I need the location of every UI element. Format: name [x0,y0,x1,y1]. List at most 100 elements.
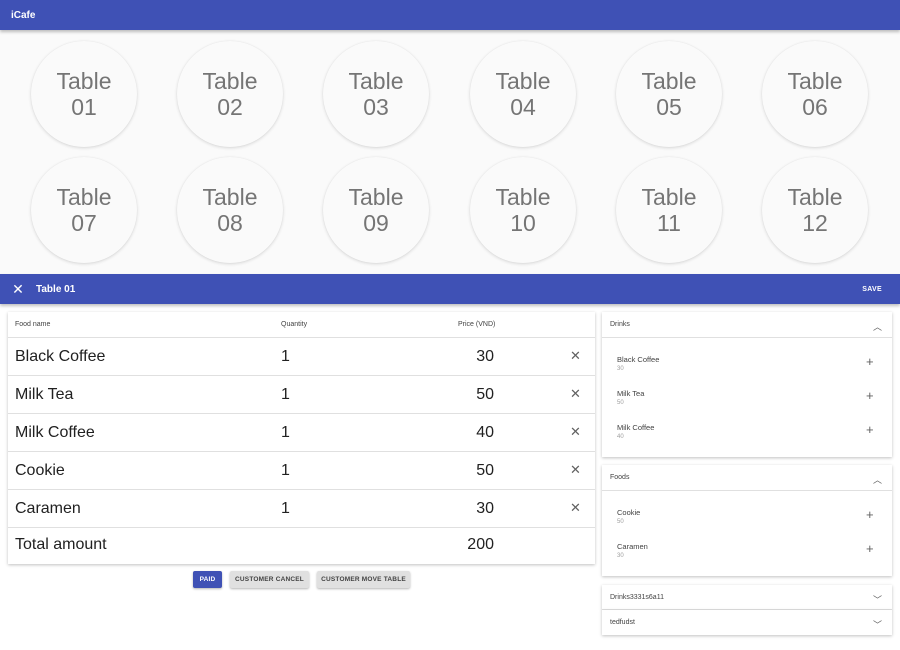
food-price: 50 [476,462,494,479]
table-button-04[interactable]: Table 04 [470,41,576,147]
table-number: 12 [802,210,828,236]
list-item: Milk Tea 50 + [602,384,892,418]
menu-item-price: 40 [617,434,624,440]
table-number: 03 [363,94,389,120]
table-button-01[interactable]: Table 01 [31,41,137,147]
foods-panel-header[interactable]: Foods ︿ [602,465,892,491]
menu-item-name: Cookie [617,508,641,517]
save-button[interactable]: SAVE [862,286,882,293]
remove-icon[interactable]: ✕ [570,462,581,478]
collapsed-panel-header[interactable]: tedfudst ﹀ [602,610,892,635]
table-row: Milk Tea 1 50 ✕ [8,376,595,414]
order-table-header: Food name Quantity Price (VND) [8,312,595,338]
table-button-03[interactable]: Table 03 [323,41,429,147]
order-table: Food name Quantity Price (VND) Black Cof… [8,312,595,564]
table-row: Cookie 1 50 ✕ [8,452,595,490]
food-name: Milk Tea [15,386,74,403]
customer-cancel-button[interactable]: CUSTOMER CANCEL [230,571,309,588]
table-button-10[interactable]: Table 10 [470,157,576,263]
dialog-toolbar: ✕ Table 01 SAVE [0,274,900,304]
header-food-name: Food name [15,321,51,328]
chevron-up-icon: ︿ [872,475,882,485]
table-word: Table [787,68,843,94]
table-number: 08 [217,210,243,236]
table-button-07[interactable]: Table 07 [31,157,137,263]
table-button-08[interactable]: Table 08 [177,157,283,263]
remove-icon[interactable]: ✕ [570,386,581,402]
table-word: Table [56,68,112,94]
table-word: Table [202,184,258,210]
total-value: 200 [467,536,494,553]
food-price: 40 [476,424,494,441]
menu-item-price: 50 [617,400,624,406]
collapsed-panel[interactable]: tedfudst ﹀ [602,610,892,635]
paid-button[interactable]: PAID [193,571,222,588]
food-quantity: 1 [281,386,290,403]
collapsed-panel-title: tedfudst [610,619,635,626]
table-button-05[interactable]: Table 05 [616,41,722,147]
table-button-09[interactable]: Table 09 [323,157,429,263]
menu-item-name: Milk Coffee [617,423,655,432]
add-icon[interactable]: + [866,388,874,403]
app-title: iCafe [11,9,36,21]
food-price: 30 [476,500,494,517]
table-number: 11 [657,210,681,236]
table-word: Table [348,184,404,210]
add-icon[interactable]: + [866,541,874,556]
tables-grid: Table 01 Table 02 Table 03 Table 04 Table 05 … [0,30,900,274]
food-price: 50 [476,386,494,403]
food-quantity: 1 [281,348,290,365]
remove-icon[interactable]: ✕ [570,500,581,516]
table-number: 04 [510,94,536,120]
food-quantity: 1 [281,500,290,517]
collapsed-panel[interactable]: Drinks3331s6a11 ﹀ [602,585,892,610]
table-number: 06 [802,94,828,120]
food-name: Caramen [15,500,81,517]
foods-panel: Foods ︿ Cookie 50 + Caramen 30 + [602,465,892,576]
table-row: Black Coffee 1 30 ✕ [8,338,595,376]
total-row: Total amount 200 [8,528,595,564]
table-button-12[interactable]: Table 12 [762,157,868,263]
close-icon[interactable]: ✕ [0,281,36,298]
drinks-panel-header[interactable]: Drinks ︿ [602,312,892,338]
food-name: Black Coffee [15,348,106,365]
table-button-02[interactable]: Table 02 [177,41,283,147]
table-button-06[interactable]: Table 06 [762,41,868,147]
menu-item-name: Caramen [617,542,648,551]
add-icon[interactable]: + [866,354,874,369]
table-word: Table [56,184,112,210]
add-icon[interactable]: + [866,507,874,522]
chevron-up-icon: ︿ [872,322,882,332]
add-icon[interactable]: + [866,422,874,437]
total-label: Total amount [15,536,107,553]
remove-icon[interactable]: ✕ [570,424,581,440]
table-row: Caramen 1 30 ✕ [8,490,595,528]
list-item: Caramen 30 + [602,537,892,571]
header-quantity: Quantity [281,321,308,328]
drinks-panel: Drinks ︿ Black Coffee 30 + Milk Tea 50 +… [602,312,892,457]
table-button-11[interactable]: Table 11 [616,157,722,263]
food-quantity: 1 [281,462,290,479]
remove-icon[interactable]: ✕ [570,348,581,364]
menu-item-price: 30 [617,366,624,372]
menu-item-price: 50 [617,519,624,525]
collapsed-panel-header[interactable]: Drinks3331s6a11 ﹀ [602,585,892,610]
table-word: Table [787,184,843,210]
table-word: Table [202,68,258,94]
food-name: Cookie [15,462,65,479]
food-price: 30 [476,348,494,365]
table-word: Table [641,184,697,210]
table-row: Milk Coffee 1 40 ✕ [8,414,595,452]
food-quantity: 1 [281,424,290,441]
menu-item-name: Milk Tea [617,389,645,398]
table-number: 01 [71,94,97,120]
app-bar: iCafe [0,0,900,30]
table-word: Table [495,184,551,210]
table-word: Table [495,68,551,94]
customer-move-table-button[interactable]: CUSTOMER MOVE TABLE [317,571,410,588]
menu-item-name: Black Coffee [617,355,660,364]
table-number: 07 [71,210,97,236]
menu-item-price: 30 [617,553,624,559]
collapsed-panel-title: Drinks3331s6a11 [610,593,664,601]
chevron-down-icon: ﹀ [872,620,882,630]
